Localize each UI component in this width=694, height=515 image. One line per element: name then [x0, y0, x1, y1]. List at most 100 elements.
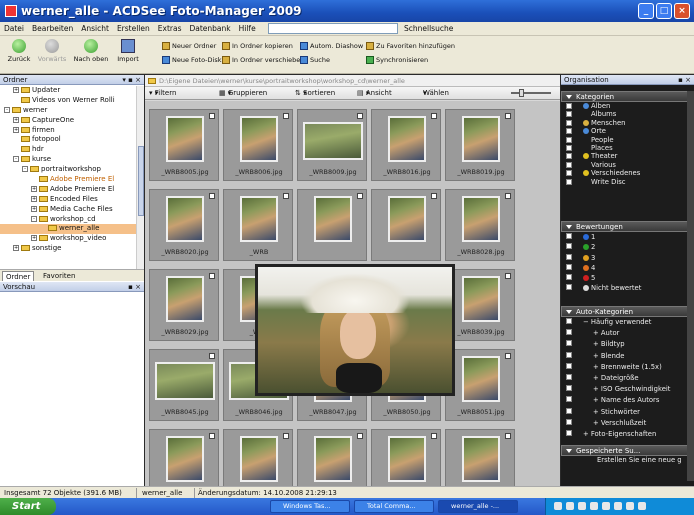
tray-icon[interactable]	[590, 502, 598, 510]
expand-icon[interactable]: +	[31, 235, 37, 242]
folder-tree-item[interactable]: fotopool	[0, 135, 136, 145]
category-checkbox[interactable]	[566, 178, 572, 185]
thumbnail-tile[interactable]	[371, 429, 441, 486]
menu-datei[interactable]: Datei	[4, 24, 24, 33]
group-button[interactable]: ▦ Gruppieren nach ▾	[219, 87, 267, 110]
close-button[interactable]: ×	[674, 3, 690, 19]
menu-extras[interactable]: Extras	[158, 24, 182, 33]
thumbnail-tile[interactable]	[297, 189, 367, 261]
auto-category-checkbox[interactable]	[566, 329, 572, 336]
auto-category-item[interactable]: + Brennweite (1.5x)	[561, 362, 694, 373]
auto-category-item[interactable]: + Dateigröße	[561, 373, 694, 384]
rating-item[interactable]: 3	[561, 253, 694, 263]
category-checkbox[interactable]	[566, 153, 572, 160]
quick-search-input[interactable]	[268, 23, 398, 34]
quick-search-button[interactable]: Schnellsuche	[404, 24, 453, 33]
thumbnail-tile[interactable]: _WRB8016.jpg	[371, 109, 441, 181]
select-button[interactable]: Wählen ▾	[423, 87, 449, 100]
expand-icon[interactable]: +	[31, 195, 37, 202]
tab-favoriten[interactable]: Favoriten	[40, 271, 78, 281]
thumbnail-tile[interactable]: _WRB8051.jpg	[445, 349, 515, 421]
thumbnail-tile[interactable]: _WRB8005.jpg	[149, 109, 219, 181]
folder-tree-item[interactable]: werner_alle	[0, 224, 136, 235]
path-bar[interactable]: D:\Eigene Dateien\werner\kurse\portraitw…	[145, 75, 560, 87]
folder-tree-item[interactable]: Adobe Premiere El	[0, 175, 136, 185]
category-item[interactable]: Theater	[561, 152, 694, 160]
organize-scrollbar[interactable]	[687, 91, 694, 481]
category-item[interactable]: Places	[561, 144, 694, 152]
minimize-button[interactable]: _	[638, 3, 654, 19]
category-checkbox[interactable]	[566, 136, 572, 143]
collapse-icon[interactable]: -	[22, 166, 28, 173]
rating-checkbox[interactable]	[566, 233, 572, 239]
menu-erstellen[interactable]: Erstellen	[117, 24, 150, 33]
category-item[interactable]: Alben	[561, 102, 694, 110]
thumbnail-tile[interactable]	[371, 189, 441, 261]
auto-category-item[interactable]: + Autor	[561, 328, 694, 339]
rating-checkbox[interactable]	[566, 284, 572, 291]
new-folder-button[interactable]: Neuer Ordner	[162, 42, 216, 50]
copy-to-folder-button[interactable]: In Ordner kopieren	[222, 42, 293, 50]
thumbnail-tile[interactable]: _WRB8009.jpg	[297, 109, 367, 181]
auto-category-item[interactable]: + ISO Geschwindigkeit	[561, 384, 694, 395]
saved-searches-header[interactable]: Gespeicherte Su...	[561, 445, 694, 456]
auto-category-item[interactable]: + Blende	[561, 351, 694, 362]
auto-category-item[interactable]: − Häufig verwendet	[561, 317, 694, 328]
category-checkbox[interactable]	[566, 103, 572, 109]
folder-tree-item[interactable]: + CaptureOne	[0, 116, 136, 126]
tray-icon[interactable]	[554, 502, 562, 510]
collapse-icon[interactable]: -	[31, 215, 37, 222]
auto-category-item[interactable]: + Verschlußzeit	[561, 418, 694, 429]
taskbar-total-commander[interactable]: Total Comma...	[354, 500, 434, 513]
thumbnail-tile[interactable]	[149, 429, 219, 486]
folder-tree-item[interactable]: - workshop_cd	[0, 215, 136, 225]
category-checkbox[interactable]	[566, 128, 572, 135]
rating-item[interactable]: 1	[561, 232, 694, 242]
expand-icon[interactable]: +	[31, 185, 37, 192]
add-favorites-button[interactable]: Zu Favoriten hinzufügen	[366, 42, 455, 50]
thumbnail-tile[interactable]: _WRB8020.jpg	[149, 189, 219, 261]
category-checkbox[interactable]	[566, 144, 572, 151]
folder-tree-item[interactable]: - kurse	[0, 155, 136, 165]
auto-category-checkbox[interactable]	[566, 318, 572, 324]
start-button[interactable]: Start	[0, 498, 56, 515]
thumbnail-tile[interactable]: _WRB8029.jpg	[149, 269, 219, 341]
expand-icon[interactable]: +	[31, 205, 37, 212]
maximize-button[interactable]: □	[656, 3, 672, 19]
folder-tree-item[interactable]: - portraitworkshop	[0, 165, 136, 175]
auto-category-item[interactable]: + Stichwörter	[561, 407, 694, 418]
thumbnail-tile[interactable]: _WRB8028.jpg	[445, 189, 515, 261]
taskbar-windows-task-manager[interactable]: Windows Tas...	[270, 500, 350, 513]
category-checkbox[interactable]	[566, 161, 572, 168]
expand-icon[interactable]: +	[13, 126, 19, 133]
tray-icon[interactable]	[614, 502, 622, 510]
expand-icon[interactable]: +	[13, 87, 19, 93]
auto-category-item[interactable]: + Bildtyp	[561, 339, 694, 350]
category-checkbox[interactable]	[566, 170, 572, 177]
folder-tree-item[interactable]: + Media Cache Files	[0, 205, 136, 215]
collapse-icon[interactable]: -	[4, 106, 10, 113]
auto-category-checkbox[interactable]	[566, 385, 572, 392]
thumbnail-tile[interactable]: _WRB8039.jpg	[445, 269, 515, 341]
expand-icon[interactable]: +	[13, 245, 19, 252]
collapse-icon[interactable]: -	[13, 156, 19, 163]
auto-category-checkbox[interactable]	[566, 418, 572, 425]
rating-checkbox[interactable]	[566, 274, 572, 281]
move-to-folder-button[interactable]: In Ordner verschieben	[222, 56, 304, 64]
auto-slideshow-button[interactable]: Autom. Diashow	[300, 42, 363, 50]
category-item[interactable]: Write Disc	[561, 178, 694, 186]
folder-tree[interactable]: + Updater Videos von Werner Rolli - werner + C…	[0, 86, 136, 269]
category-checkbox[interactable]	[566, 119, 572, 126]
up-button[interactable]: Nach oben	[72, 39, 110, 63]
rating-checkbox[interactable]	[566, 253, 572, 260]
tray-icon[interactable]	[602, 502, 610, 510]
auto-category-item[interactable]: + Foto-Eigenschaften	[561, 429, 694, 440]
tray-icon[interactable]	[626, 502, 634, 510]
auto-category-item[interactable]: + Name des Autors	[561, 395, 694, 406]
auto-category-checkbox[interactable]	[566, 362, 572, 369]
category-item[interactable]: Albums	[561, 110, 694, 118]
menu-bearbeiten[interactable]: Bearbeiten	[32, 24, 73, 33]
expand-icon[interactable]: +	[13, 116, 19, 123]
auto-category-checkbox[interactable]	[566, 396, 572, 403]
rating-item[interactable]: Nicht bewertet	[561, 283, 694, 293]
